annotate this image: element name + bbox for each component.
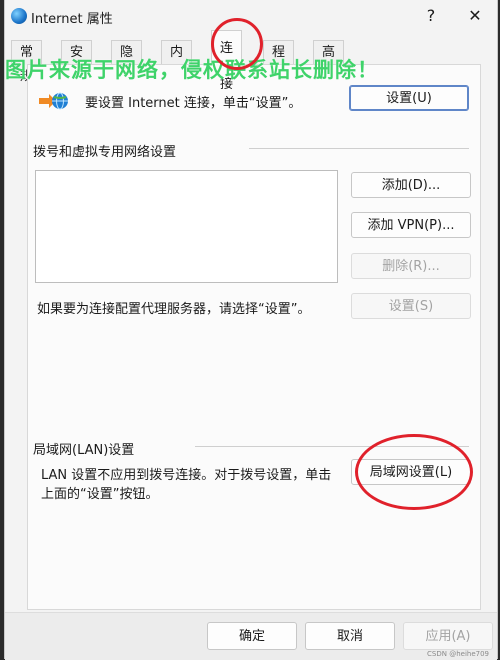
apply-button[interactable]: 应用(A) — [403, 622, 493, 650]
watermark-text: 图片来源于网络，侵权联系站长删除！ — [5, 58, 379, 82]
setup-button[interactable]: 设置(U) — [349, 85, 469, 111]
add-button[interactable]: 添加(D)... — [351, 172, 471, 198]
globe-icon — [11, 8, 27, 24]
add-vpn-button[interactable]: 添加 VPN(P)... — [351, 212, 471, 238]
lan-description-line2: 上面的“设置”按钮。 — [41, 487, 159, 502]
dialup-section-title: 拨号和虚拟专用网络设置 — [33, 145, 177, 160]
internet-properties-window: Internet 属性 ? ✕ 常规 安全 隐私 内容 连接 程序 高级 图片来… — [4, 0, 498, 660]
close-button[interactable]: ✕ — [461, 4, 489, 28]
credit-text: CSDN @heihe709 — [427, 650, 489, 658]
remove-button[interactable]: 删除(R)... — [351, 253, 471, 279]
window-title: Internet 属性 — [31, 12, 113, 27]
help-button[interactable]: ? — [417, 4, 445, 28]
dialog-footer: 确定 取消 应用(A) CSDN @heihe709 — [5, 612, 497, 660]
cancel-button[interactable]: 取消 — [305, 622, 395, 650]
ok-button[interactable]: 确定 — [207, 622, 297, 650]
dialup-divider — [249, 148, 469, 149]
annotation-circle-connections-tab — [211, 18, 263, 70]
lan-description-line1: LAN 设置不应用到拨号连接。对于拨号设置，单击 — [41, 468, 332, 483]
network-globe-icon — [39, 92, 68, 110]
lan-section-title: 局域网(LAN)设置 — [33, 443, 135, 458]
settings-button[interactable]: 设置(S) — [351, 293, 471, 319]
proxy-instruction: 如果要为连接配置代理服务器，请选择“设置”。 — [37, 302, 311, 317]
annotation-circle-lan-button — [355, 434, 473, 510]
setup-instruction: 要设置 Internet 连接，单击“设置”。 — [85, 96, 302, 111]
connection-list[interactable] — [35, 170, 338, 283]
